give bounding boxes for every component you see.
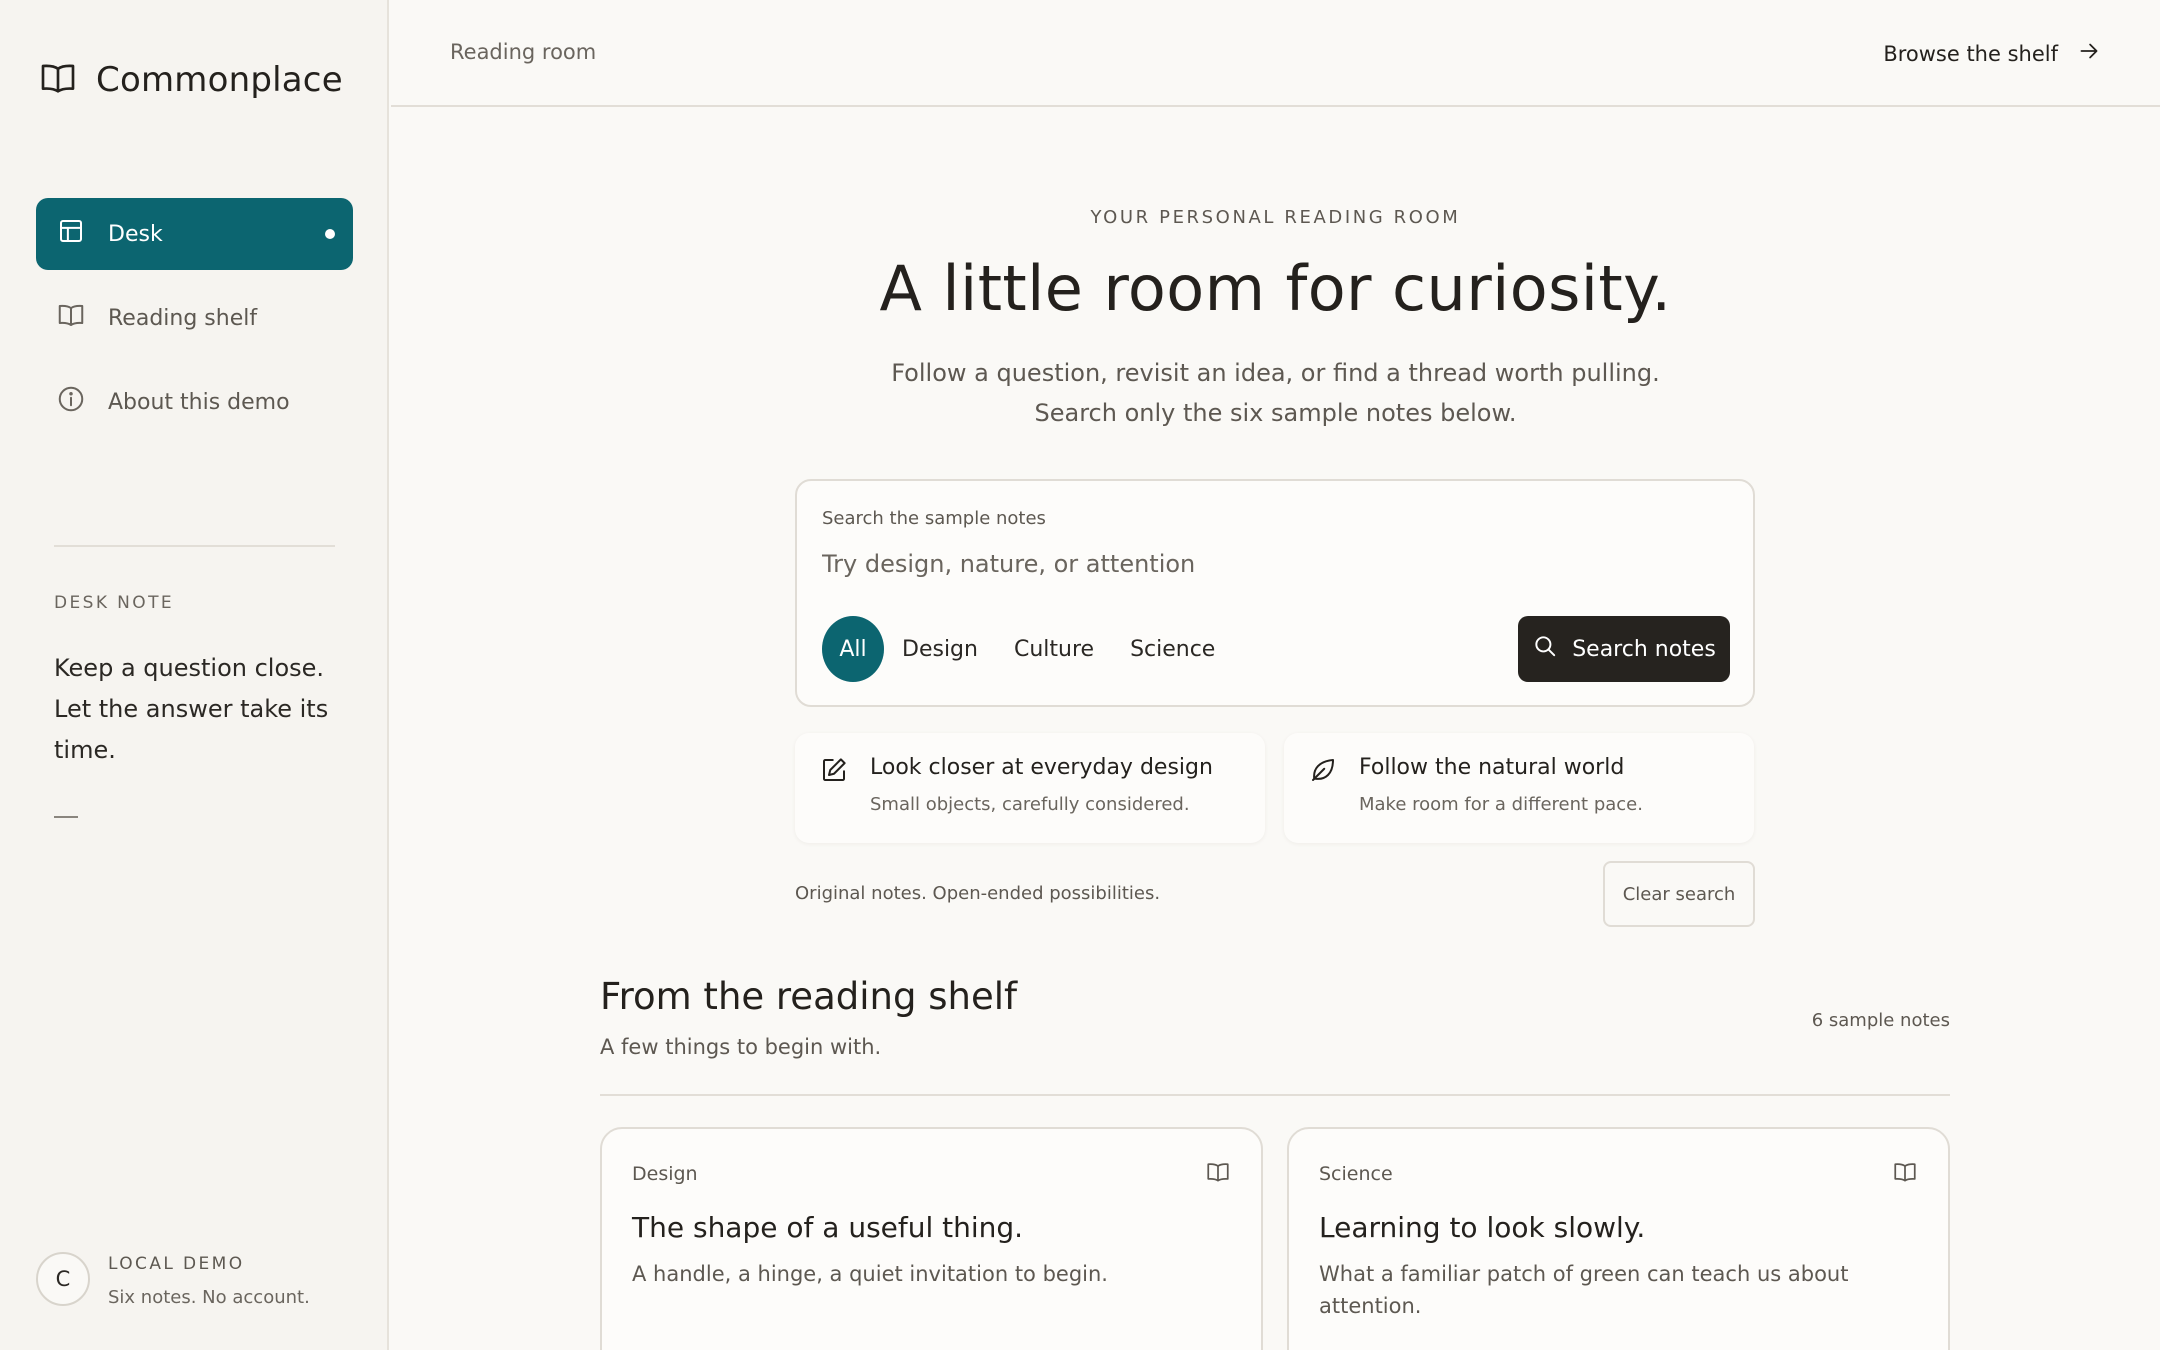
search-card: Search the sample notes All Design Cultu… (795, 479, 1755, 707)
suggestion-card-design[interactable]: Look closer at everyday design Small obj… (795, 733, 1265, 843)
note-category: Science (1319, 1163, 1393, 1185)
open-book-icon (38, 58, 78, 102)
suggestion-title: Look closer at everyday design (870, 755, 1213, 780)
sidebar-item-about[interactable]: About this demo (36, 366, 353, 438)
filter-chip-all[interactable]: All (822, 616, 884, 682)
topbar: Reading room Browse the shelf (391, 0, 2160, 107)
suggestion-title: Follow the natural world (1359, 755, 1625, 780)
browse-shelf-label: Browse the shelf (1883, 41, 2058, 66)
sidebar: Commonplace Desk Reading shelf About thi… (0, 0, 389, 1350)
filter-chip-design[interactable]: Design (902, 637, 978, 662)
note-category: Design (632, 1163, 698, 1185)
sidebar-item-desk[interactable]: Desk (36, 198, 353, 270)
desk-note-text: Keep a question close. Let the answer ta… (54, 654, 329, 764)
note-description: What a familiar patch of green can teach… (1319, 1262, 1849, 1318)
sidebar-divider (54, 545, 335, 547)
filter-chip-science[interactable]: Science (1130, 637, 1215, 662)
note-title: Learning to look slowly. (1319, 1211, 1646, 1244)
hero-subline-2: Search only the six sample notes below. (1034, 399, 1517, 427)
suggestion-card-nature[interactable]: Follow the natural world Make room for a… (1284, 733, 1754, 843)
shelf-title: From the reading shelf (600, 975, 1018, 1018)
book-icon (56, 300, 86, 336)
sidebar-item-reading-shelf[interactable]: Reading shelf (36, 282, 353, 354)
search-notes-button[interactable]: Search notes (1518, 616, 1730, 682)
desk-note-dash (54, 816, 78, 818)
breadcrumb: Reading room (450, 40, 597, 64)
note-card[interactable]: Design The shape of a useful thing. A ha… (600, 1127, 1263, 1350)
shelf-subtitle: A few things to begin with. (600, 1035, 882, 1059)
filter-chip-culture[interactable]: Culture (1014, 637, 1094, 662)
book-icon[interactable] (1892, 1159, 1918, 1185)
hero-subline-1: Follow a question, revisit an idea, or f… (891, 359, 1660, 387)
sidebar-nav: Desk Reading shelf About this demo (36, 198, 353, 450)
local-demo-badge: C LOCAL DEMO Six notes. No account. (36, 1252, 310, 1308)
search-input[interactable] (822, 544, 1702, 584)
clear-search-button[interactable]: Clear search (1603, 861, 1755, 927)
sidebar-item-label: Desk (108, 221, 163, 247)
hero-eyebrow: YOUR PERSONAL READING ROOM (1090, 207, 1461, 228)
browse-shelf-link[interactable]: Browse the shelf (1883, 38, 2102, 69)
app-name: Commonplace (96, 60, 343, 100)
hero-subline: Follow a question, revisit an idea, or f… (391, 353, 2160, 433)
info-icon (56, 384, 86, 420)
sidebar-item-label: About this demo (108, 389, 290, 415)
sidebar-item-label: Reading shelf (108, 305, 258, 331)
note-title: The shape of a useful thing. (632, 1211, 1024, 1244)
local-demo-subtitle: Six notes. No account. (108, 1287, 310, 1308)
book-icon[interactable] (1205, 1159, 1231, 1185)
filter-chips: All Design Culture Science (822, 616, 1251, 682)
note-card[interactable]: Science Learning to look slowly. What a … (1287, 1127, 1950, 1350)
desk-note-label: DESK NOTE (54, 593, 174, 613)
brand[interactable]: Commonplace (38, 58, 343, 102)
suggestion-subtitle: Small objects, carefully considered. (870, 794, 1190, 815)
avatar[interactable]: C (36, 1252, 90, 1306)
active-indicator-dot (325, 229, 335, 239)
search-label: Search the sample notes (822, 508, 1046, 529)
original-notes-caption: Original notes. Open-ended possibilities… (795, 883, 1161, 904)
arrow-right-icon (2076, 38, 2102, 69)
shelf-count: 6 sample notes (1811, 1010, 1950, 1031)
search-notes-label: Search notes (1572, 636, 1716, 662)
layout-icon (56, 216, 86, 252)
search-icon (1532, 633, 1558, 665)
suggestion-subtitle: Make room for a different pace. (1359, 794, 1643, 815)
hero-headline: A little room for curiosity. (879, 252, 1672, 325)
note-description: A handle, a hinge, a quiet invitation to… (632, 1262, 1108, 1286)
local-demo-title: LOCAL DEMO (108, 1254, 245, 1274)
shelf-divider (600, 1094, 1950, 1096)
